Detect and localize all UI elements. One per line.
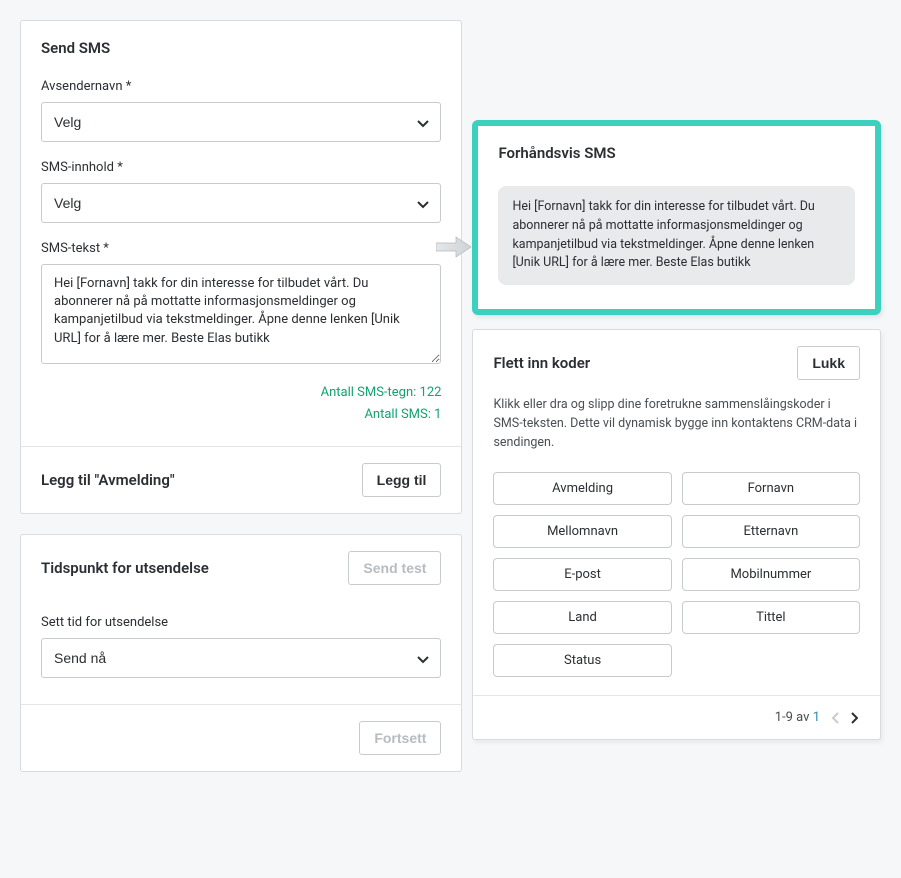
char-count: Antall SMS-tegn: 122	[41, 382, 441, 404]
merge-codes-description: Klikk eller dra og slipp dine foretrukne…	[473, 390, 880, 462]
send-test-button[interactable]: Send test	[348, 551, 441, 585]
schedule-title: Tidspunkt for utsendelse	[41, 559, 209, 577]
preview-panel: Forhåndsvis SMS Hei [Fornavn] takk for d…	[472, 120, 881, 315]
content-label: SMS-innhold *	[41, 160, 441, 175]
merge-code-chip[interactable]: Land	[493, 601, 671, 634]
connector-arrow-icon	[436, 236, 472, 262]
merge-code-chip[interactable]: Mobilnummer	[682, 558, 860, 591]
merge-code-chip[interactable]: Avmelding	[493, 472, 671, 505]
pagination-total: 1	[813, 710, 820, 725]
pagination-range: 1-9 av	[775, 710, 810, 725]
send-sms-title: Send SMS	[21, 21, 461, 71]
merge-codes-card: Flett inn koder Lukk Klikk eller dra og …	[472, 329, 881, 740]
sender-select[interactable]: Velg	[41, 102, 441, 142]
pagination-prev-icon[interactable]	[830, 711, 842, 725]
schedule-time-label: Sett tid for utsendelse	[41, 615, 441, 630]
merge-code-chip[interactable]: Tittel	[682, 601, 860, 634]
merge-code-chip[interactable]: Fornavn	[682, 472, 860, 505]
schedule-time-select[interactable]: Send nå	[41, 638, 441, 678]
send-sms-card: Send SMS Avsendernavn * Velg	[20, 20, 462, 514]
sms-text-input[interactable]	[41, 264, 441, 364]
pagination-next-icon[interactable]	[848, 711, 860, 725]
preview-message: Hei [Fornavn] takk for din interesse for…	[498, 186, 855, 285]
continue-button[interactable]: Fortsett	[359, 721, 441, 755]
sender-label: Avsendernavn *	[41, 79, 441, 94]
unsubscribe-label: Legg til "Avmelding"	[41, 471, 175, 489]
close-codes-button[interactable]: Lukk	[797, 346, 860, 380]
sms-text-label: SMS-tekst *	[41, 241, 441, 256]
merge-codes-title: Flett inn koder	[493, 354, 590, 372]
merge-code-chip[interactable]: Mellomnavn	[493, 515, 671, 548]
merge-code-chip[interactable]: E-post	[493, 558, 671, 591]
add-unsubscribe-button[interactable]: Legg til	[362, 463, 442, 497]
sms-count: Antall SMS: 1	[41, 404, 441, 426]
content-select[interactable]: Velg	[41, 183, 441, 223]
merge-code-chip[interactable]: Etternavn	[682, 515, 860, 548]
schedule-card: Tidspunkt for utsendelse Send test Sett …	[20, 534, 462, 772]
merge-code-chip[interactable]: Status	[493, 644, 671, 677]
preview-title: Forhåndsvis SMS	[498, 144, 855, 162]
